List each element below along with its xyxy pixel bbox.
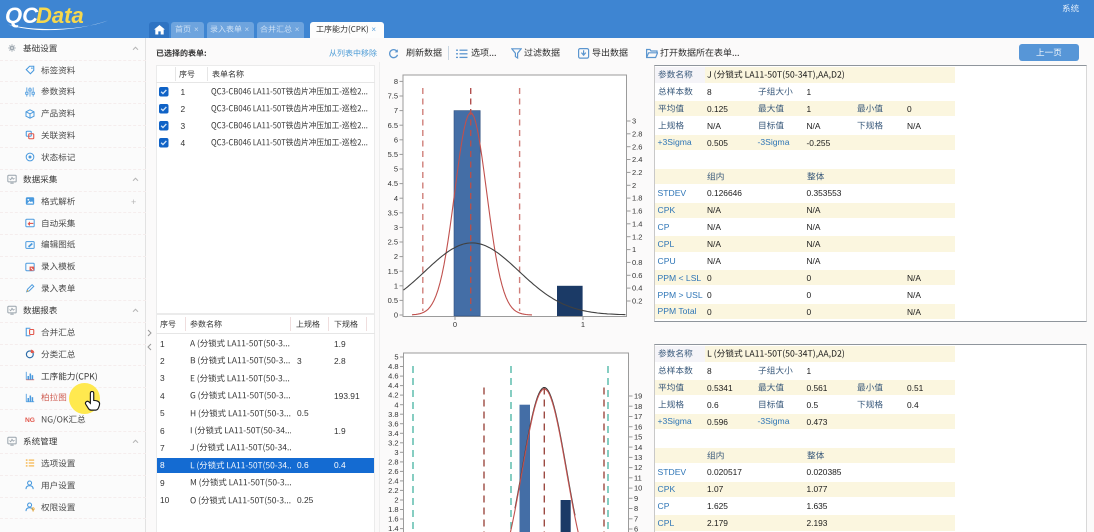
svg-text:1.4: 1.4 [388, 524, 398, 532]
svg-text:7: 7 [634, 514, 638, 523]
svg-text:3: 3 [632, 117, 636, 126]
svg-text:3: 3 [394, 448, 398, 457]
svg-text:19: 19 [634, 392, 642, 401]
svg-text:10: 10 [634, 484, 642, 493]
svg-text:1: 1 [394, 281, 398, 290]
svg-text:15: 15 [634, 433, 642, 442]
svg-text:2.5: 2.5 [388, 238, 398, 247]
svg-text:7: 7 [394, 106, 398, 115]
svg-text:2: 2 [632, 181, 636, 190]
svg-text:3.2: 3.2 [388, 438, 398, 447]
svg-text:0.2: 0.2 [632, 297, 642, 306]
svg-text:0.5: 0.5 [388, 296, 398, 305]
svg-text:12: 12 [634, 463, 642, 472]
svg-text:6: 6 [634, 525, 638, 532]
svg-text:0.6: 0.6 [632, 271, 642, 280]
svg-text:1.6: 1.6 [388, 515, 398, 524]
svg-text:18: 18 [634, 402, 642, 411]
svg-text:5: 5 [394, 165, 398, 174]
svg-text:1: 1 [581, 320, 585, 329]
svg-text:3.6: 3.6 [388, 419, 398, 428]
svg-text:2.6: 2.6 [388, 467, 398, 476]
svg-text:0.4: 0.4 [632, 284, 642, 293]
svg-text:3: 3 [394, 223, 398, 232]
svg-text:4.8: 4.8 [388, 362, 398, 371]
svg-text:14: 14 [634, 443, 642, 452]
svg-text:0: 0 [394, 311, 398, 320]
svg-text:4.4: 4.4 [388, 381, 398, 390]
svg-text:6: 6 [394, 135, 398, 144]
svg-text:1.8: 1.8 [632, 194, 642, 203]
svg-text:13: 13 [634, 453, 642, 462]
svg-text:2.2: 2.2 [388, 486, 398, 495]
svg-text:1.5: 1.5 [388, 267, 398, 276]
svg-text:2.8: 2.8 [632, 129, 642, 138]
svg-text:3.5: 3.5 [388, 208, 398, 217]
svg-text:2.2: 2.2 [632, 168, 642, 177]
svg-text:2.4: 2.4 [632, 155, 642, 164]
svg-text:4.2: 4.2 [388, 391, 398, 400]
svg-text:NG: NG [25, 417, 35, 424]
svg-text:2.4: 2.4 [388, 477, 398, 486]
svg-text:1.4: 1.4 [632, 219, 642, 228]
svg-text:5.5: 5.5 [388, 150, 398, 159]
svg-text:1.2: 1.2 [632, 232, 642, 241]
svg-text:4.5: 4.5 [388, 179, 398, 188]
svg-text:11: 11 [634, 473, 642, 482]
svg-text:17: 17 [634, 412, 642, 421]
svg-text:5: 5 [394, 353, 398, 362]
svg-text:1.6: 1.6 [632, 207, 642, 216]
svg-text:4.6: 4.6 [388, 372, 398, 381]
svg-text:4: 4 [394, 194, 398, 203]
svg-text:0: 0 [453, 320, 457, 329]
svg-text:3.8: 3.8 [388, 410, 398, 419]
svg-text:1: 1 [632, 245, 636, 254]
svg-text:7.5: 7.5 [388, 92, 398, 101]
svg-text:3.4: 3.4 [388, 429, 398, 438]
svg-text:4: 4 [394, 400, 398, 409]
svg-text:8: 8 [634, 504, 638, 513]
svg-text:2: 2 [394, 496, 398, 505]
svg-text:Data: Data [36, 3, 84, 28]
svg-text:2: 2 [394, 252, 398, 261]
svg-text:1.8: 1.8 [388, 505, 398, 514]
svg-text:2.6: 2.6 [632, 142, 642, 151]
svg-text:6.5: 6.5 [388, 121, 398, 130]
svg-text:QC: QC [5, 3, 39, 28]
svg-text:0.8: 0.8 [632, 258, 642, 267]
svg-text:16: 16 [634, 422, 642, 431]
svg-text:9: 9 [634, 494, 638, 503]
svg-text:8: 8 [394, 77, 398, 86]
svg-text:2.8: 2.8 [388, 458, 398, 467]
